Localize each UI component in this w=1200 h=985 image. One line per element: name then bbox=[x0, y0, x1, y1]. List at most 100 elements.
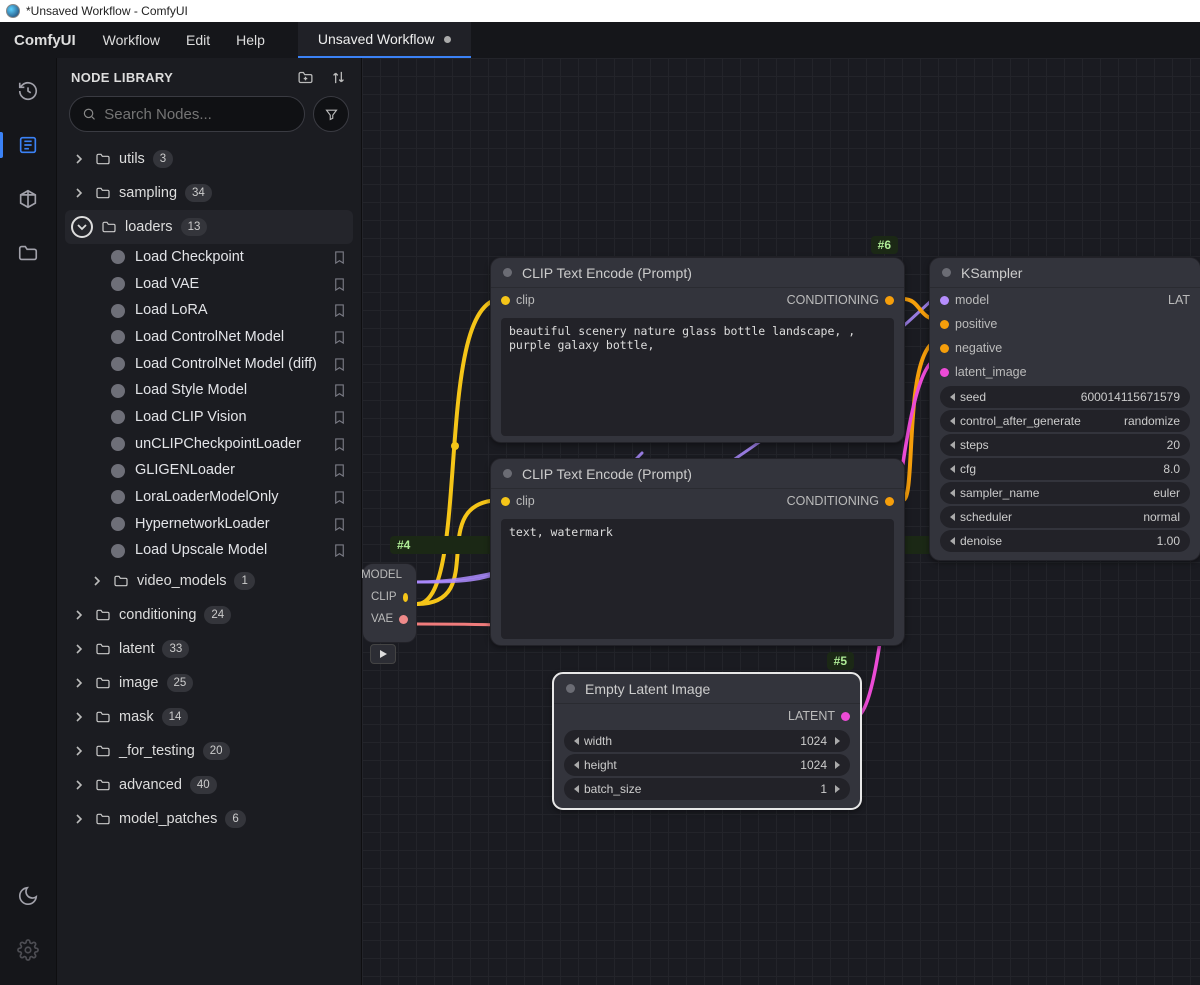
node-type-gligenloader[interactable]: GLIGENLoader bbox=[65, 457, 353, 484]
node-empty-latent-image[interactable]: #5 Empty Latent Image LATENT width 1024 … bbox=[552, 672, 862, 810]
node-dot-icon bbox=[111, 250, 125, 264]
category-model_patches[interactable]: model_patches6 bbox=[65, 802, 353, 836]
search-input-wrapper[interactable] bbox=[69, 96, 305, 132]
widget-scheduler[interactable]: scheduler normal bbox=[940, 506, 1190, 528]
port-conditioning-output: CONDITIONING bbox=[787, 494, 879, 508]
node-dot-icon bbox=[111, 277, 125, 291]
node-title: Empty Latent Image bbox=[585, 681, 710, 697]
play-button[interactable] bbox=[370, 644, 396, 664]
widget-width[interactable]: width 1024 bbox=[564, 730, 850, 752]
node-dot-icon bbox=[111, 490, 125, 504]
port-clip-input: clip bbox=[516, 494, 535, 508]
node-dot-icon bbox=[111, 464, 125, 478]
node-library-panel: NODE LIBRARY utils3sampling34loaders13Lo… bbox=[57, 58, 362, 985]
node-dot-icon bbox=[111, 410, 125, 424]
port-clip-input: clip bbox=[516, 293, 535, 307]
node-type-load-style-model[interactable]: Load Style Model bbox=[65, 377, 353, 404]
node-dot-icon bbox=[111, 384, 125, 398]
node-tag-6: #6 bbox=[871, 236, 898, 254]
node-type-load-upscale-model[interactable]: Load Upscale Model bbox=[65, 537, 353, 564]
prompt-textarea[interactable]: beautiful scenery nature glass bottle la… bbox=[501, 318, 894, 436]
port-vae: VAE bbox=[371, 613, 393, 625]
search-input[interactable] bbox=[104, 106, 292, 123]
category-_for_testing[interactable]: _for_testing20 bbox=[65, 734, 353, 768]
tab-modified-dot bbox=[444, 36, 451, 43]
port-latent-image: latent_image bbox=[955, 365, 1027, 379]
port-latent-output: LAT bbox=[1168, 293, 1190, 307]
node-dot-icon bbox=[111, 330, 125, 344]
node-ksampler[interactable]: KSampler model LAT positive negative lat… bbox=[929, 257, 1200, 561]
widget-seed[interactable]: seed 600014115671579 bbox=[940, 386, 1190, 408]
node-checkpoint-loader-stub[interactable]: MODEL CLIP VAE bbox=[362, 563, 417, 643]
node-type-load-vae[interactable]: Load VAE bbox=[65, 271, 353, 298]
graph-canvas[interactable]: MODEL CLIP VAE #4 #6 CLIP Text Encode (P… bbox=[362, 58, 1200, 985]
window-title: *Unsaved Workflow - ComfyUI bbox=[26, 4, 188, 18]
category-sampling[interactable]: sampling34 bbox=[65, 176, 353, 210]
port-positive: positive bbox=[955, 317, 997, 331]
settings-icon[interactable] bbox=[17, 939, 39, 961]
sidebar-title: NODE LIBRARY bbox=[71, 70, 173, 85]
menubar: ComfyUI Workflow Edit Help Unsaved Workf… bbox=[0, 22, 1200, 58]
filter-button[interactable] bbox=[313, 96, 349, 132]
node-tag-5: #5 bbox=[827, 652, 854, 670]
new-folder-icon[interactable] bbox=[297, 69, 314, 86]
widget-control_after_generate[interactable]: control_after_generate randomize bbox=[940, 410, 1190, 432]
port-model: model bbox=[955, 293, 989, 307]
node-type-load-checkpoint[interactable]: Load Checkpoint bbox=[65, 244, 353, 271]
node-dot-icon bbox=[111, 357, 125, 371]
node-title: CLIP Text Encode (Prompt) bbox=[522, 466, 692, 482]
tab-label: Unsaved Workflow bbox=[318, 31, 434, 47]
node-dot-icon bbox=[111, 517, 125, 531]
widget-cfg[interactable]: cfg 8.0 bbox=[940, 458, 1190, 480]
category-latent[interactable]: latent33 bbox=[65, 632, 353, 666]
category-mask[interactable]: mask14 bbox=[65, 700, 353, 734]
category-image[interactable]: image25 bbox=[65, 666, 353, 700]
node-type-load-controlnet-model[interactable]: Load ControlNet Model bbox=[65, 324, 353, 351]
node-library-icon[interactable] bbox=[17, 134, 39, 156]
node-type-load-clip-vision[interactable]: Load CLIP Vision bbox=[65, 404, 353, 431]
node-type-hypernetworkloader[interactable]: HypernetworkLoader bbox=[65, 511, 353, 538]
widget-denoise[interactable]: denoise 1.00 bbox=[940, 530, 1190, 552]
menu-help[interactable]: Help bbox=[223, 22, 278, 58]
prompt-textarea[interactable]: text, watermark bbox=[501, 519, 894, 639]
node-title: CLIP Text Encode (Prompt) bbox=[522, 265, 692, 281]
port-latent-output: LATENT bbox=[788, 709, 835, 723]
port-model: MODEL bbox=[362, 569, 402, 581]
menu-workflow[interactable]: Workflow bbox=[90, 22, 173, 58]
node-type-loraloadermodelonly[interactable]: LoraLoaderModelOnly bbox=[65, 484, 353, 511]
theme-icon[interactable] bbox=[17, 885, 39, 907]
node-dot-icon bbox=[111, 437, 125, 451]
menu-edit[interactable]: Edit bbox=[173, 22, 223, 58]
node-type-load-controlnet-model-(diff)[interactable]: Load ControlNet Model (diff) bbox=[65, 351, 353, 378]
os-titlebar: *Unsaved Workflow - ComfyUI bbox=[0, 0, 1200, 22]
category-advanced[interactable]: advanced40 bbox=[65, 768, 353, 802]
node-dot-icon bbox=[111, 304, 125, 318]
node-type-load-lora[interactable]: Load LoRA bbox=[65, 297, 353, 324]
widget-height[interactable]: height 1024 bbox=[564, 754, 850, 776]
folder-icon[interactable] bbox=[17, 242, 39, 264]
port-negative: negative bbox=[955, 341, 1002, 355]
node-dot-icon bbox=[111, 544, 125, 558]
port-conditioning-output: CONDITIONING bbox=[787, 293, 879, 307]
category-conditioning[interactable]: conditioning24 bbox=[65, 598, 353, 632]
node-tree: utils3sampling34loaders13Load Checkpoint… bbox=[57, 140, 361, 856]
node-title: KSampler bbox=[961, 265, 1022, 281]
widget-batch_size[interactable]: batch_size 1 bbox=[564, 778, 850, 800]
brand: ComfyUI bbox=[0, 22, 90, 58]
left-rail bbox=[0, 58, 57, 985]
tab-unsaved-workflow[interactable]: Unsaved Workflow bbox=[298, 22, 471, 58]
history-icon[interactable] bbox=[17, 80, 39, 102]
node-type-unclipcheckpointloader[interactable]: unCLIPCheckpointLoader bbox=[65, 431, 353, 458]
node-clip-text-encode-negative[interactable]: CLIP Text Encode (Prompt) clip CONDITION… bbox=[490, 458, 905, 646]
category-utils[interactable]: utils3 bbox=[65, 142, 353, 176]
category-video_models[interactable]: video_models1 bbox=[65, 564, 353, 598]
widget-sampler_name[interactable]: sampler_name euler bbox=[940, 482, 1190, 504]
category-loaders[interactable]: loaders13 bbox=[65, 210, 353, 244]
port-clip: CLIP bbox=[371, 591, 397, 603]
app-icon bbox=[6, 4, 20, 18]
node-clip-text-encode-positive[interactable]: #6 CLIP Text Encode (Prompt) clip CONDIT… bbox=[490, 257, 905, 443]
sort-icon[interactable] bbox=[330, 69, 347, 86]
search-icon bbox=[82, 106, 96, 122]
widget-steps[interactable]: steps 20 bbox=[940, 434, 1190, 456]
models-icon[interactable] bbox=[17, 188, 39, 210]
